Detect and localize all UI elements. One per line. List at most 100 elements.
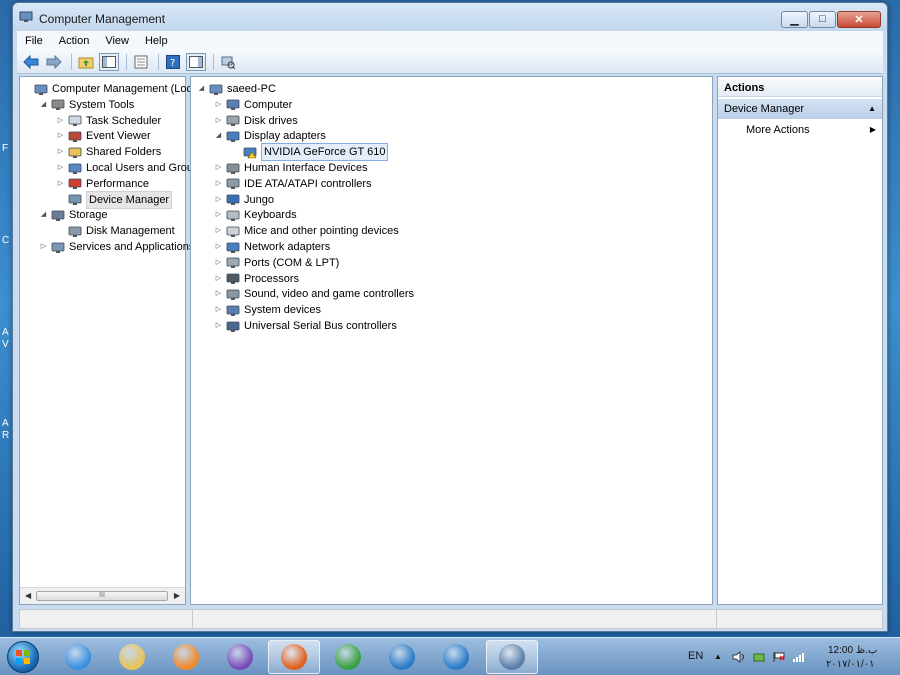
tree-item[interactable]: ▷ System devices xyxy=(214,302,321,318)
expand-icon[interactable]: ▷ xyxy=(56,160,65,176)
taskbar-app-button[interactable] xyxy=(214,640,266,674)
action-center-flag-icon[interactable] xyxy=(772,651,786,663)
volume-icon[interactable] xyxy=(732,651,746,663)
expand-icon[interactable]: ▷ xyxy=(56,113,65,129)
tree-item[interactable]: ▷ Computer xyxy=(214,97,293,113)
expand-icon[interactable]: ▷ xyxy=(214,97,223,113)
tree-item[interactable]: Device Manager xyxy=(56,190,173,209)
tree-item[interactable]: ▷ Keyboards xyxy=(214,207,297,223)
status-divider xyxy=(716,610,717,628)
taskbar-app-button[interactable] xyxy=(268,640,320,674)
taskbar-app-button[interactable] xyxy=(322,640,374,674)
expand-icon[interactable]: ▷ xyxy=(214,192,223,208)
show-hidden-icons-icon[interactable]: ▲ xyxy=(714,652,722,661)
tree-item[interactable]: ◢ saeed-PC xyxy=(197,81,276,97)
tree-item[interactable]: ▷ Disk drives xyxy=(214,113,298,129)
expand-icon[interactable]: ▷ xyxy=(214,286,223,302)
tree-item[interactable]: ▷ Processors xyxy=(214,271,299,287)
tree-item[interactable]: Disk Management xyxy=(56,223,175,239)
taskbar-app-button[interactable] xyxy=(486,640,538,674)
help-button[interactable]: ? xyxy=(163,53,183,71)
scan-hardware-changes-button[interactable] xyxy=(218,53,238,71)
close-icon: ✕ xyxy=(854,14,864,26)
maximize-button[interactable]: □ xyxy=(809,11,836,28)
scroll-thumb[interactable]: III xyxy=(36,591,168,601)
expand-icon[interactable]: ▷ xyxy=(214,160,223,176)
tree-item[interactable]: ▷ Performance xyxy=(56,176,149,192)
desktop-icon-label: F xyxy=(2,143,9,154)
show-hide-action-pane-button[interactable] xyxy=(186,52,206,71)
toolbar: ? xyxy=(17,50,883,74)
tree-item[interactable]: ▷ Task Scheduler xyxy=(56,113,161,129)
expand-icon[interactable]: ▷ xyxy=(214,223,223,239)
expand-icon[interactable]: ▷ xyxy=(56,128,65,144)
taskbar-app-button[interactable] xyxy=(106,640,158,674)
tree-item[interactable]: ◢ System Tools xyxy=(39,97,134,113)
clock-date[interactable]: ۲۰۱۷/۰۱/۰۱ xyxy=(826,659,875,670)
taskbar-app-button[interactable] xyxy=(430,640,482,674)
collapse-up-icon[interactable]: ▲ xyxy=(868,99,876,119)
tree-item[interactable]: ▷ Local Users and Groups xyxy=(56,160,205,176)
network-signal-icon[interactable] xyxy=(792,651,806,663)
tree-item[interactable]: ▷ IDE ATA/ATAPI controllers xyxy=(214,176,372,192)
close-button[interactable]: ✕ xyxy=(837,11,881,28)
properties-button[interactable] xyxy=(131,53,151,71)
tree-item[interactable]: NVIDIA GeForce GT 610 xyxy=(231,143,389,162)
horizontal-scrollbar[interactable]: ◀ III ▶ xyxy=(20,587,185,604)
up-one-level-button[interactable] xyxy=(76,53,96,71)
language-indicator[interactable]: EN xyxy=(688,650,703,662)
actions-section-device-manager[interactable]: Device Manager ▲ xyxy=(718,99,882,119)
tree-item[interactable]: ▷ Services and Applications xyxy=(39,239,195,255)
taskbar-app-button[interactable] xyxy=(52,640,104,674)
tree-item[interactable]: ▷ Event Viewer xyxy=(56,128,151,144)
taskbar-app-button[interactable] xyxy=(376,640,428,674)
collapse-icon[interactable]: ◢ xyxy=(214,128,223,144)
desktop-icon-label: A xyxy=(2,327,9,338)
expand-icon[interactable]: ▷ xyxy=(56,176,65,192)
tree-item[interactable]: ◢ Display adapters xyxy=(214,128,326,144)
windows-logo-icon xyxy=(16,650,30,664)
tree-item[interactable]: ▷ Shared Folders xyxy=(56,144,161,160)
menu-action[interactable]: Action xyxy=(51,35,98,47)
minimize-button[interactable]: ▁ xyxy=(781,11,808,28)
tree-item[interactable]: ▷ Jungo xyxy=(214,192,274,208)
show-hide-console-tree-button[interactable] xyxy=(99,52,119,71)
actions-section-label: Device Manager xyxy=(724,103,805,115)
more-actions-item[interactable]: More Actions ▶ xyxy=(718,121,882,139)
expand-icon[interactable]: ▷ xyxy=(56,144,65,160)
tree-item[interactable]: ▷ Mice and other pointing devices xyxy=(214,223,399,239)
taskbar-app-button[interactable] xyxy=(160,640,212,674)
expand-icon[interactable]: ▷ xyxy=(214,239,223,255)
expand-icon[interactable]: ▷ xyxy=(214,255,223,271)
tree-item[interactable]: ◢ Storage xyxy=(39,207,108,223)
collapse-icon[interactable]: ◢ xyxy=(197,81,206,97)
safely-remove-hardware-icon[interactable] xyxy=(752,651,766,663)
expand-icon[interactable]: ▷ xyxy=(214,302,223,318)
back-button[interactable] xyxy=(21,53,41,71)
expand-icon[interactable]: ▷ xyxy=(214,318,223,334)
forward-button[interactable] xyxy=(44,53,64,71)
tree-item[interactable]: ▷ Ports (COM & LPT) xyxy=(214,255,340,271)
collapse-icon[interactable]: ◢ xyxy=(39,97,48,113)
expand-icon[interactable]: ▷ xyxy=(39,239,48,255)
expand-icon[interactable]: ▷ xyxy=(214,113,223,129)
menu-file[interactable]: File xyxy=(17,35,51,47)
title-bar[interactable]: Computer Management ▁ □ ✕ xyxy=(13,3,887,31)
tree-item[interactable]: ▷ Network adapters xyxy=(214,239,330,255)
start-button[interactable] xyxy=(7,641,39,673)
tree-item[interactable]: Computer Management (Local xyxy=(22,81,201,97)
tree-item[interactable]: ▷ Human Interface Devices xyxy=(214,160,368,176)
warning-display-icon xyxy=(243,146,257,159)
expand-icon[interactable]: ▷ xyxy=(214,207,223,223)
clock-time[interactable]: 12:00 ب.ظ xyxy=(828,645,877,656)
properties-icon xyxy=(134,55,148,68)
menu-help[interactable]: Help xyxy=(137,35,176,47)
menu-view[interactable]: View xyxy=(97,35,137,47)
tree-item[interactable]: ▷ Sound, video and game controllers xyxy=(214,286,414,302)
expand-icon[interactable]: ▷ xyxy=(214,271,223,287)
collapse-icon[interactable]: ◢ xyxy=(39,207,48,223)
scroll-right-icon[interactable]: ▶ xyxy=(174,591,180,600)
expand-icon[interactable]: ▷ xyxy=(214,176,223,192)
tree-item[interactable]: ▷ Universal Serial Bus controllers xyxy=(214,318,397,334)
scroll-left-icon[interactable]: ◀ xyxy=(25,591,31,600)
